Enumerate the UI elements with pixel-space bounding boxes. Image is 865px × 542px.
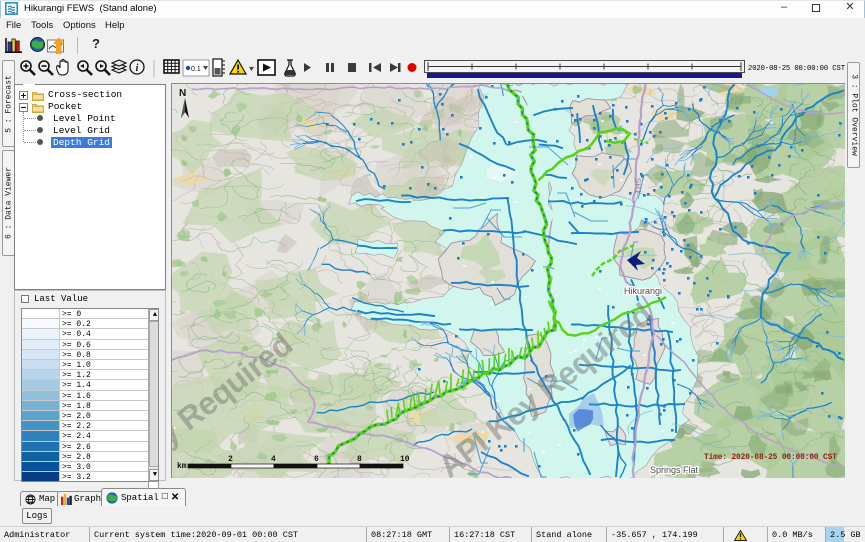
svg-text:Hikurangi: Hikurangi — [624, 286, 662, 296]
svg-text:N: N — [179, 88, 186, 99]
svg-text:Time: 2020-08-25 00:00:00 CST: Time: 2020-08-25 00:00:00 CST — [704, 454, 837, 462]
svg-text:SH1: SH1 — [633, 178, 643, 194]
svg-text:Springs Flat: Springs Flat — [650, 465, 699, 475]
svg-text:10: 10 — [400, 455, 410, 464]
svg-text:0.1: 0.1 — [191, 66, 201, 73]
svg-text:i: i — [136, 63, 139, 74]
svg-text:8: 8 — [357, 455, 362, 464]
svg-text:2: 2 — [228, 455, 233, 464]
svg-text:km: km — [177, 462, 187, 471]
svg-text:4: 4 — [271, 455, 276, 464]
svg-text:6: 6 — [314, 455, 319, 464]
